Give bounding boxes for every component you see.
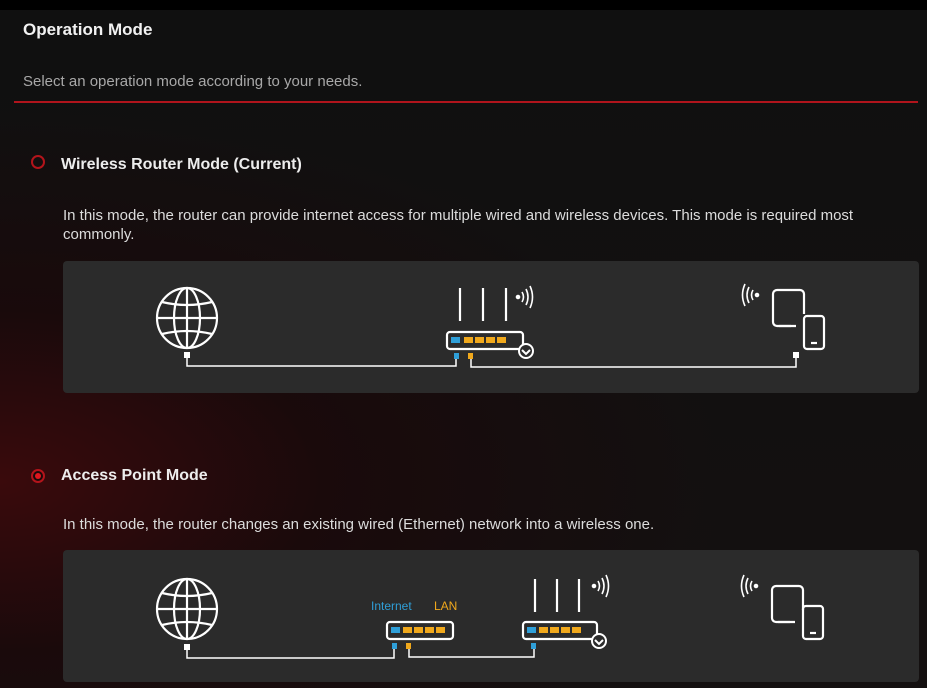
page-title: Operation Mode [23,20,153,39]
internet-cable [186,648,395,659]
modem-wan-port [392,643,397,649]
wifi-signal-icon [591,574,610,598]
radio-wireless-router-mode[interactable] [31,155,45,169]
wifi-signal-icon [515,285,534,309]
router-lan-port [468,353,473,359]
modem-to-router-cable [408,648,535,658]
internet-port-label: Internet [371,599,412,613]
globe-icon [155,577,219,641]
lan-cable [470,357,797,368]
devices-icon [771,288,826,351]
devices-port [793,352,799,358]
access-point-diagram: Internet LAN [63,550,919,682]
device-wifi-icon [740,574,759,598]
wireless-router-mode-description: In this mode, the router can provide int… [63,207,854,243]
globe-icon [155,286,219,350]
globe-port [184,644,190,650]
access-point-mode-label[interactable]: Access Point Mode [61,467,208,485]
access-point-mode-description: In this mode, the router changes an exis… [63,516,655,533]
modem-icon [385,620,455,641]
device-wifi-icon [741,283,760,307]
lan-port-label: LAN [434,599,457,613]
header-divider [14,101,918,103]
modem-lan-port [406,643,411,649]
wireless-router-mode-label[interactable]: Wireless Router Mode (Current) [61,156,302,174]
page-subtitle: Select an operation mode according to yo… [23,73,363,90]
router-icon [445,288,534,359]
internet-cable [186,357,457,367]
devices-icon [770,584,825,641]
router-wan-port [531,643,536,649]
operation-mode-page: Operation Mode Select an operation mode … [0,0,927,688]
wireless-router-diagram [63,261,919,393]
globe-port [184,352,190,358]
router-wan-port [454,353,459,359]
radio-access-point-mode[interactable] [31,469,45,483]
router-icon [521,579,607,649]
